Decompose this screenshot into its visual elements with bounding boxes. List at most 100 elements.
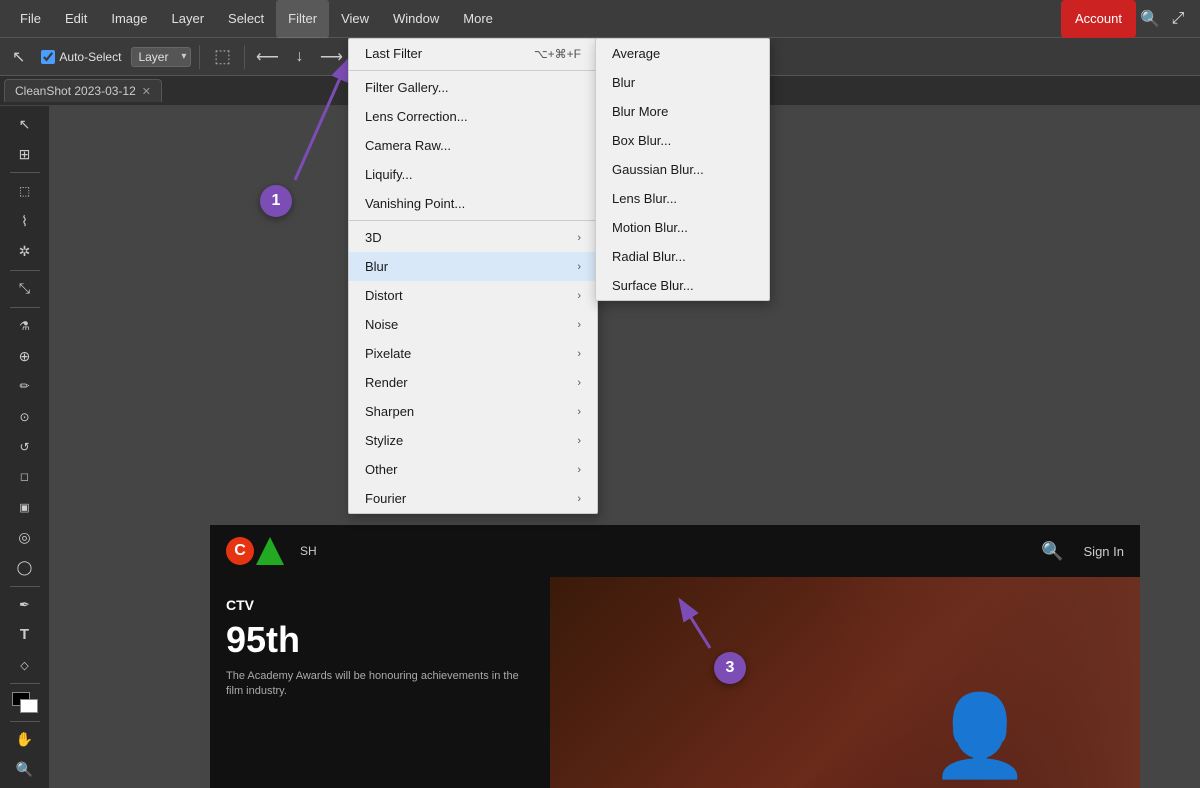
filter-vanishing-point[interactable]: Vanishing Point... [349, 189, 597, 218]
zoom-tool[interactable]: 🔍 [7, 756, 43, 784]
ctv-signin-button[interactable]: Sign In [1084, 544, 1124, 559]
menu-image[interactable]: Image [99, 0, 159, 38]
left-sidebar: ↖ ⊞ ⬚ ⌇ ✲ ⤡ ⚗ ⊕ ✏ ⊙ ↺ ◻ ▣ ◎ ◯ ✒ [0, 106, 50, 788]
pen-tool[interactable]: ✒ [7, 591, 43, 619]
filter-sharpen[interactable]: Sharpen › [349, 397, 597, 426]
pen-icon: ✒ [19, 597, 30, 613]
select-tool[interactable]: ⬚ [7, 177, 43, 205]
noise-label: Noise [365, 317, 398, 332]
last-filter-label: Last Filter [365, 46, 422, 61]
blur-more[interactable]: Blur More [596, 97, 769, 126]
filter-noise[interactable]: Noise › [349, 310, 597, 339]
blur-submenu: Average Blur Blur More Box Blur... Gauss… [595, 38, 770, 301]
blur-gaussian[interactable]: Gaussian Blur... [596, 155, 769, 184]
toolbar-align-1[interactable]: ⟵ [253, 44, 281, 70]
blur-box[interactable]: Box Blur... [596, 126, 769, 155]
lasso-tool[interactable]: ⌇ [7, 208, 43, 236]
distort-chevron: › [577, 290, 581, 302]
sharpen-chevron: › [577, 406, 581, 418]
filter-gallery[interactable]: Filter Gallery... [349, 73, 597, 102]
ctv-c-logo: C [226, 537, 254, 565]
toolbar-separator-1 [199, 45, 200, 69]
toolbar-align-3[interactable]: ⟶ [317, 44, 345, 70]
menu-view[interactable]: View [329, 0, 381, 38]
filter-lens-correction[interactable]: Lens Correction... [349, 102, 597, 131]
sharpen-label: Sharpen [365, 404, 414, 419]
text-icon: T [20, 626, 29, 643]
pixelate-label: Pixelate [365, 346, 411, 361]
toolbar-align-2[interactable]: ↓ [285, 44, 313, 70]
filter-pixelate[interactable]: Pixelate › [349, 339, 597, 368]
ctv-header: C SH 🔍 Sign In [210, 525, 1140, 577]
tool-separator-5 [10, 683, 40, 684]
brush-icon: ✏ [19, 379, 29, 393]
menu-file[interactable]: File [8, 0, 53, 38]
ctv-person-image: 👤 [820, 577, 1140, 788]
crop-tool[interactable]: ⤡ [7, 275, 43, 303]
blur-motion[interactable]: Motion Blur... [596, 213, 769, 242]
menu-more[interactable]: More [451, 0, 505, 38]
filter-distort[interactable]: Distort › [349, 281, 597, 310]
eraser-tool[interactable]: ◻ [7, 463, 43, 491]
filter-render[interactable]: Render › [349, 368, 597, 397]
blur-label: Blur [365, 259, 388, 274]
surface-blur-label: Surface Blur... [612, 278, 694, 293]
eyedropper-icon: ⚗ [19, 319, 30, 333]
gradient-tool[interactable]: ▣ [7, 493, 43, 521]
menu-select[interactable]: Select [216, 0, 276, 38]
blur-tool[interactable]: ◎ [7, 523, 43, 551]
blur-blur-label: Blur [612, 75, 635, 90]
brush-tool[interactable]: ✏ [7, 372, 43, 400]
filter-3d[interactable]: 3D › [349, 223, 597, 252]
liquify-label: Liquify... [365, 167, 412, 182]
filter-stylize[interactable]: Stylize › [349, 426, 597, 455]
heal-tool[interactable]: ⊕ [7, 342, 43, 370]
menu-account[interactable]: Account [1061, 0, 1136, 38]
auto-select-option[interactable]: Auto-Select [35, 47, 127, 67]
magic-wand-tool[interactable]: ✲ [7, 238, 43, 266]
tool-separator-3 [10, 307, 40, 308]
hand-tool[interactable]: ✋ [7, 726, 43, 754]
document-tab[interactable]: CleanShot 2023-03-12 ✕ [4, 79, 162, 102]
filter-sep-2 [349, 220, 597, 221]
background-color[interactable] [20, 699, 38, 713]
text-tool[interactable]: T [7, 621, 43, 649]
stamp-tool[interactable]: ⊙ [7, 403, 43, 431]
move-tool[interactable]: ↖ [7, 110, 43, 138]
filter-last-filter[interactable]: Last Filter ⌥+⌘+F [349, 39, 597, 68]
shape-tool[interactable]: ◇ [7, 651, 43, 679]
filter-fourier[interactable]: Fourier › [349, 484, 597, 513]
filter-blur[interactable]: Blur › [349, 252, 597, 281]
toolbar-icon-1[interactable]: ⬚ [208, 44, 236, 70]
heal-icon: ⊕ [19, 348, 31, 365]
lasso-icon: ⌇ [21, 213, 28, 230]
fourier-chevron: › [577, 493, 581, 505]
menu-window[interactable]: Window [381, 0, 451, 38]
layer-select[interactable]: Layer Group [131, 47, 191, 67]
render-label: Render [365, 375, 408, 390]
blur-surface[interactable]: Surface Blur... [596, 271, 769, 300]
ctv-search-icon[interactable]: 🔍 [1041, 541, 1063, 562]
fullscreen-icon[interactable]: ⤢ [1164, 5, 1192, 33]
gradient-icon: ▣ [19, 501, 29, 514]
auto-select-checkbox[interactable] [41, 50, 55, 64]
menu-filter[interactable]: Filter [276, 0, 329, 38]
blur-lens[interactable]: Lens Blur... [596, 184, 769, 213]
filter-liquify[interactable]: Liquify... [349, 160, 597, 189]
filter-camera-raw[interactable]: Camera Raw... [349, 131, 597, 160]
filter-other[interactable]: Other › [349, 455, 597, 484]
select-icon: ⬚ [19, 184, 30, 198]
tool-separator-6 [10, 721, 40, 722]
history-tool[interactable]: ↺ [7, 433, 43, 461]
menu-edit[interactable]: Edit [53, 0, 99, 38]
color-swatch[interactable] [12, 692, 38, 713]
blur-blur[interactable]: Blur [596, 68, 769, 97]
dodge-tool[interactable]: ◯ [7, 553, 43, 581]
blur-radial[interactable]: Radial Blur... [596, 242, 769, 271]
search-icon[interactable]: 🔍 [1136, 5, 1164, 33]
eyedropper-tool[interactable]: ⚗ [7, 312, 43, 340]
tab-close-button[interactable]: ✕ [142, 85, 151, 98]
blur-average[interactable]: Average [596, 39, 769, 68]
artboard-tool[interactable]: ⊞ [7, 140, 43, 168]
menu-layer[interactable]: Layer [160, 0, 217, 38]
